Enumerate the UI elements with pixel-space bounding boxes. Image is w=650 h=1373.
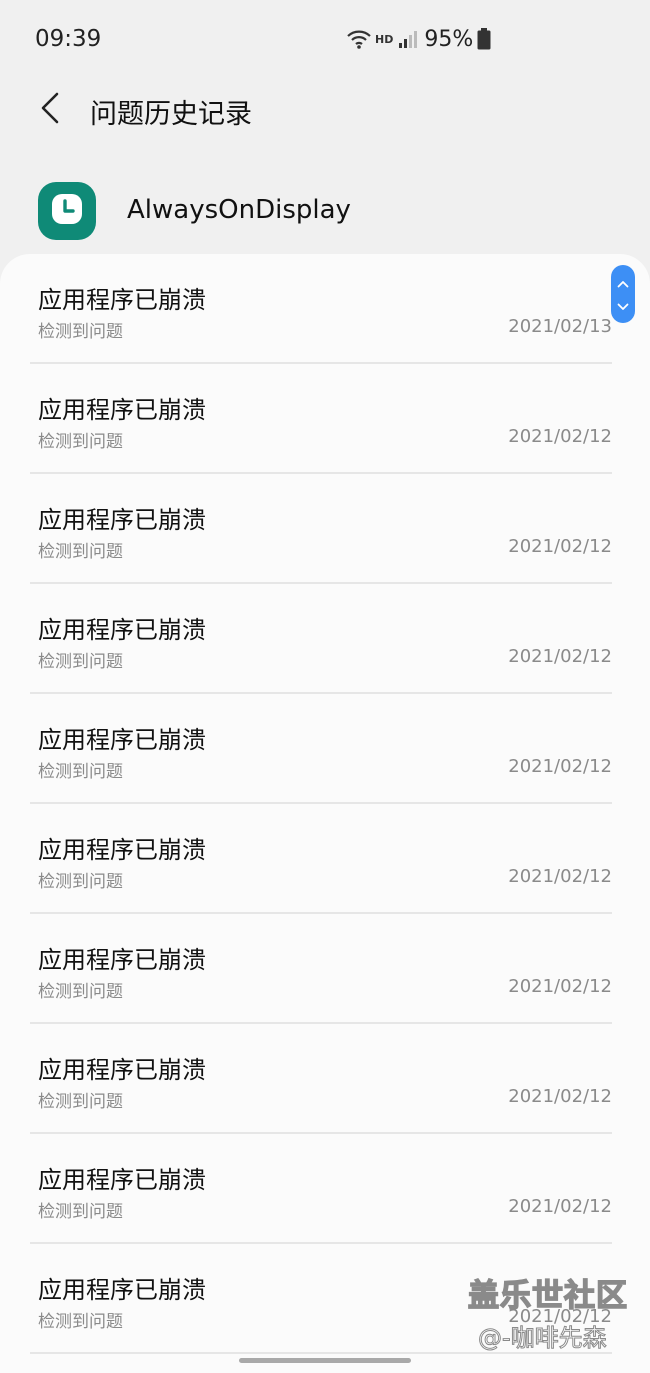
- list-item[interactable]: 应用程序已崩溃 检测到问题 2021/02/12: [0, 1134, 650, 1244]
- watermark-handle: @-咖啡先森: [478, 1324, 608, 1353]
- item-date: 2021/02/12: [508, 756, 612, 777]
- item-date: 2021/02/12: [508, 866, 612, 887]
- item-subtitle: 检测到问题: [38, 1312, 123, 1332]
- page-title: 问题历史记录: [90, 99, 252, 130]
- signal-icon: [398, 29, 418, 49]
- item-date: 2021/02/12: [508, 536, 612, 557]
- item-subtitle: 检测到问题: [38, 542, 123, 562]
- item-title: 应用程序已崩溃: [38, 616, 206, 644]
- home-indicator[interactable]: [239, 1358, 411, 1363]
- item-date: 2021/02/12: [508, 646, 612, 667]
- wifi-icon: [346, 28, 372, 50]
- battery-icon: [477, 28, 491, 50]
- screen: 09:39 HD 95% 问题历史记录 AlwaysOnDisplay 应用程序…: [0, 0, 650, 1373]
- app-bar: 问题历史记录: [0, 78, 650, 144]
- item-subtitle: 检测到问题: [38, 432, 123, 452]
- back-button[interactable]: [28, 88, 72, 132]
- history-list: 应用程序已崩溃 检测到问题 2021/02/13 应用程序已崩溃 检测到问题 2…: [0, 254, 650, 1373]
- watermark-title: 盖乐世社区: [467, 1277, 628, 1315]
- item-subtitle: 检测到问题: [38, 322, 123, 342]
- item-date: 2021/02/12: [508, 1196, 612, 1217]
- app-name: AlwaysOnDisplay: [127, 195, 351, 225]
- item-title: 应用程序已崩溃: [38, 506, 206, 534]
- battery-percent: 95%: [424, 26, 474, 52]
- list-item[interactable]: 应用程序已崩溃 检测到问题 2021/02/12: [0, 364, 650, 474]
- chevron-down-icon: [617, 296, 629, 315]
- item-subtitle: 检测到问题: [38, 762, 123, 782]
- app-info-row: AlwaysOnDisplay: [0, 176, 650, 248]
- item-subtitle: 检测到问题: [38, 652, 123, 672]
- status-bar: 09:39 HD 95%: [0, 0, 650, 78]
- item-date: 2021/02/12: [508, 1086, 612, 1107]
- list-item[interactable]: 应用程序已崩溃 检测到问题 2021/02/12: [0, 1024, 650, 1134]
- item-date: 2021/02/12: [508, 426, 612, 447]
- list-item[interactable]: 应用程序已崩溃 检测到问题 2021/02/12: [0, 474, 650, 584]
- item-date: 2021/02/12: [508, 976, 612, 997]
- list-item[interactable]: 应用程序已崩溃 检测到问题 2021/02/12: [0, 914, 650, 1024]
- chevron-left-icon: [39, 92, 61, 128]
- item-date: 2021/02/13: [508, 316, 612, 337]
- hd-label: HD: [375, 32, 394, 46]
- item-subtitle: 检测到问题: [38, 982, 123, 1002]
- list-item[interactable]: 应用程序已崩溃 检测到问题 2021/02/12: [0, 694, 650, 804]
- app-icon: [38, 182, 96, 240]
- clock-icon: [50, 192, 84, 230]
- fast-scroll-handle[interactable]: [611, 265, 635, 323]
- chevron-up-icon: [617, 273, 629, 292]
- item-title: 应用程序已崩溃: [38, 726, 206, 754]
- item-subtitle: 检测到问题: [38, 1202, 123, 1222]
- list-item[interactable]: 应用程序已崩溃 检测到问题 2021/02/13: [0, 254, 650, 364]
- item-title: 应用程序已崩溃: [38, 396, 206, 424]
- item-subtitle: 检测到问题: [38, 1092, 123, 1112]
- item-title: 应用程序已崩溃: [38, 286, 206, 314]
- item-subtitle: 检测到问题: [38, 872, 123, 892]
- item-title: 应用程序已崩溃: [38, 1056, 206, 1084]
- item-title: 应用程序已崩溃: [38, 1166, 206, 1194]
- item-title: 应用程序已崩溃: [38, 1276, 206, 1304]
- item-title: 应用程序已崩溃: [38, 836, 206, 864]
- list-item[interactable]: 应用程序已崩溃 检测到问题 2021/02/12: [0, 804, 650, 914]
- status-indicators: HD 95%: [346, 24, 491, 54]
- status-time: 09:39: [35, 26, 102, 52]
- list-item[interactable]: 应用程序已崩溃 检测到问题 2021/02/12: [0, 584, 650, 694]
- item-title: 应用程序已崩溃: [38, 946, 206, 974]
